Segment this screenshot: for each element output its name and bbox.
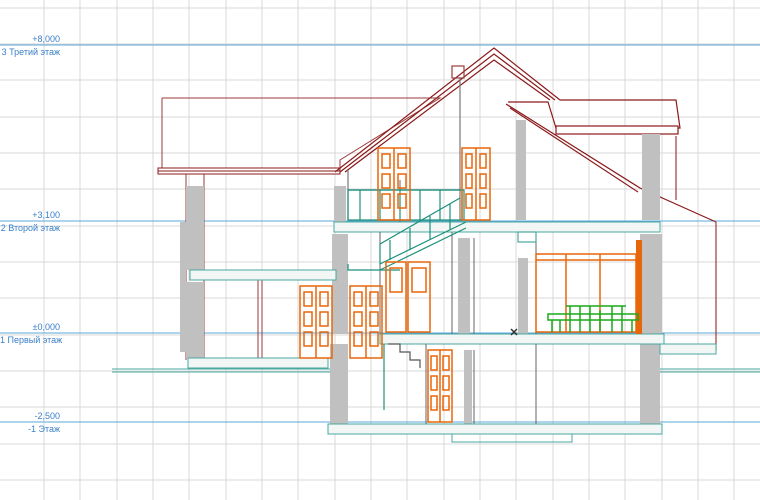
level-name-2[interactable]: 2 Второй этаж: [0, 223, 60, 233]
level-value-basement[interactable]: -2,500: [0, 411, 60, 421]
level-value-3[interactable]: +8,000: [0, 34, 60, 44]
level-name-3[interactable]: 3 Третий этаж: [0, 47, 60, 57]
main-gable-roof: [334, 47, 561, 220]
level-value-1[interactable]: ±0,000: [0, 322, 60, 332]
level-value-2[interactable]: +3,100: [0, 210, 60, 220]
section-drawing: [0, 0, 760, 500]
level-name-basement[interactable]: -1 Этаж: [0, 424, 60, 434]
level-name-1[interactable]: 1 Первый этаж: [0, 335, 62, 345]
section-view-canvas[interactable]: +8,000 3 Третий этаж +3,100 2 Второй эта…: [0, 0, 760, 500]
